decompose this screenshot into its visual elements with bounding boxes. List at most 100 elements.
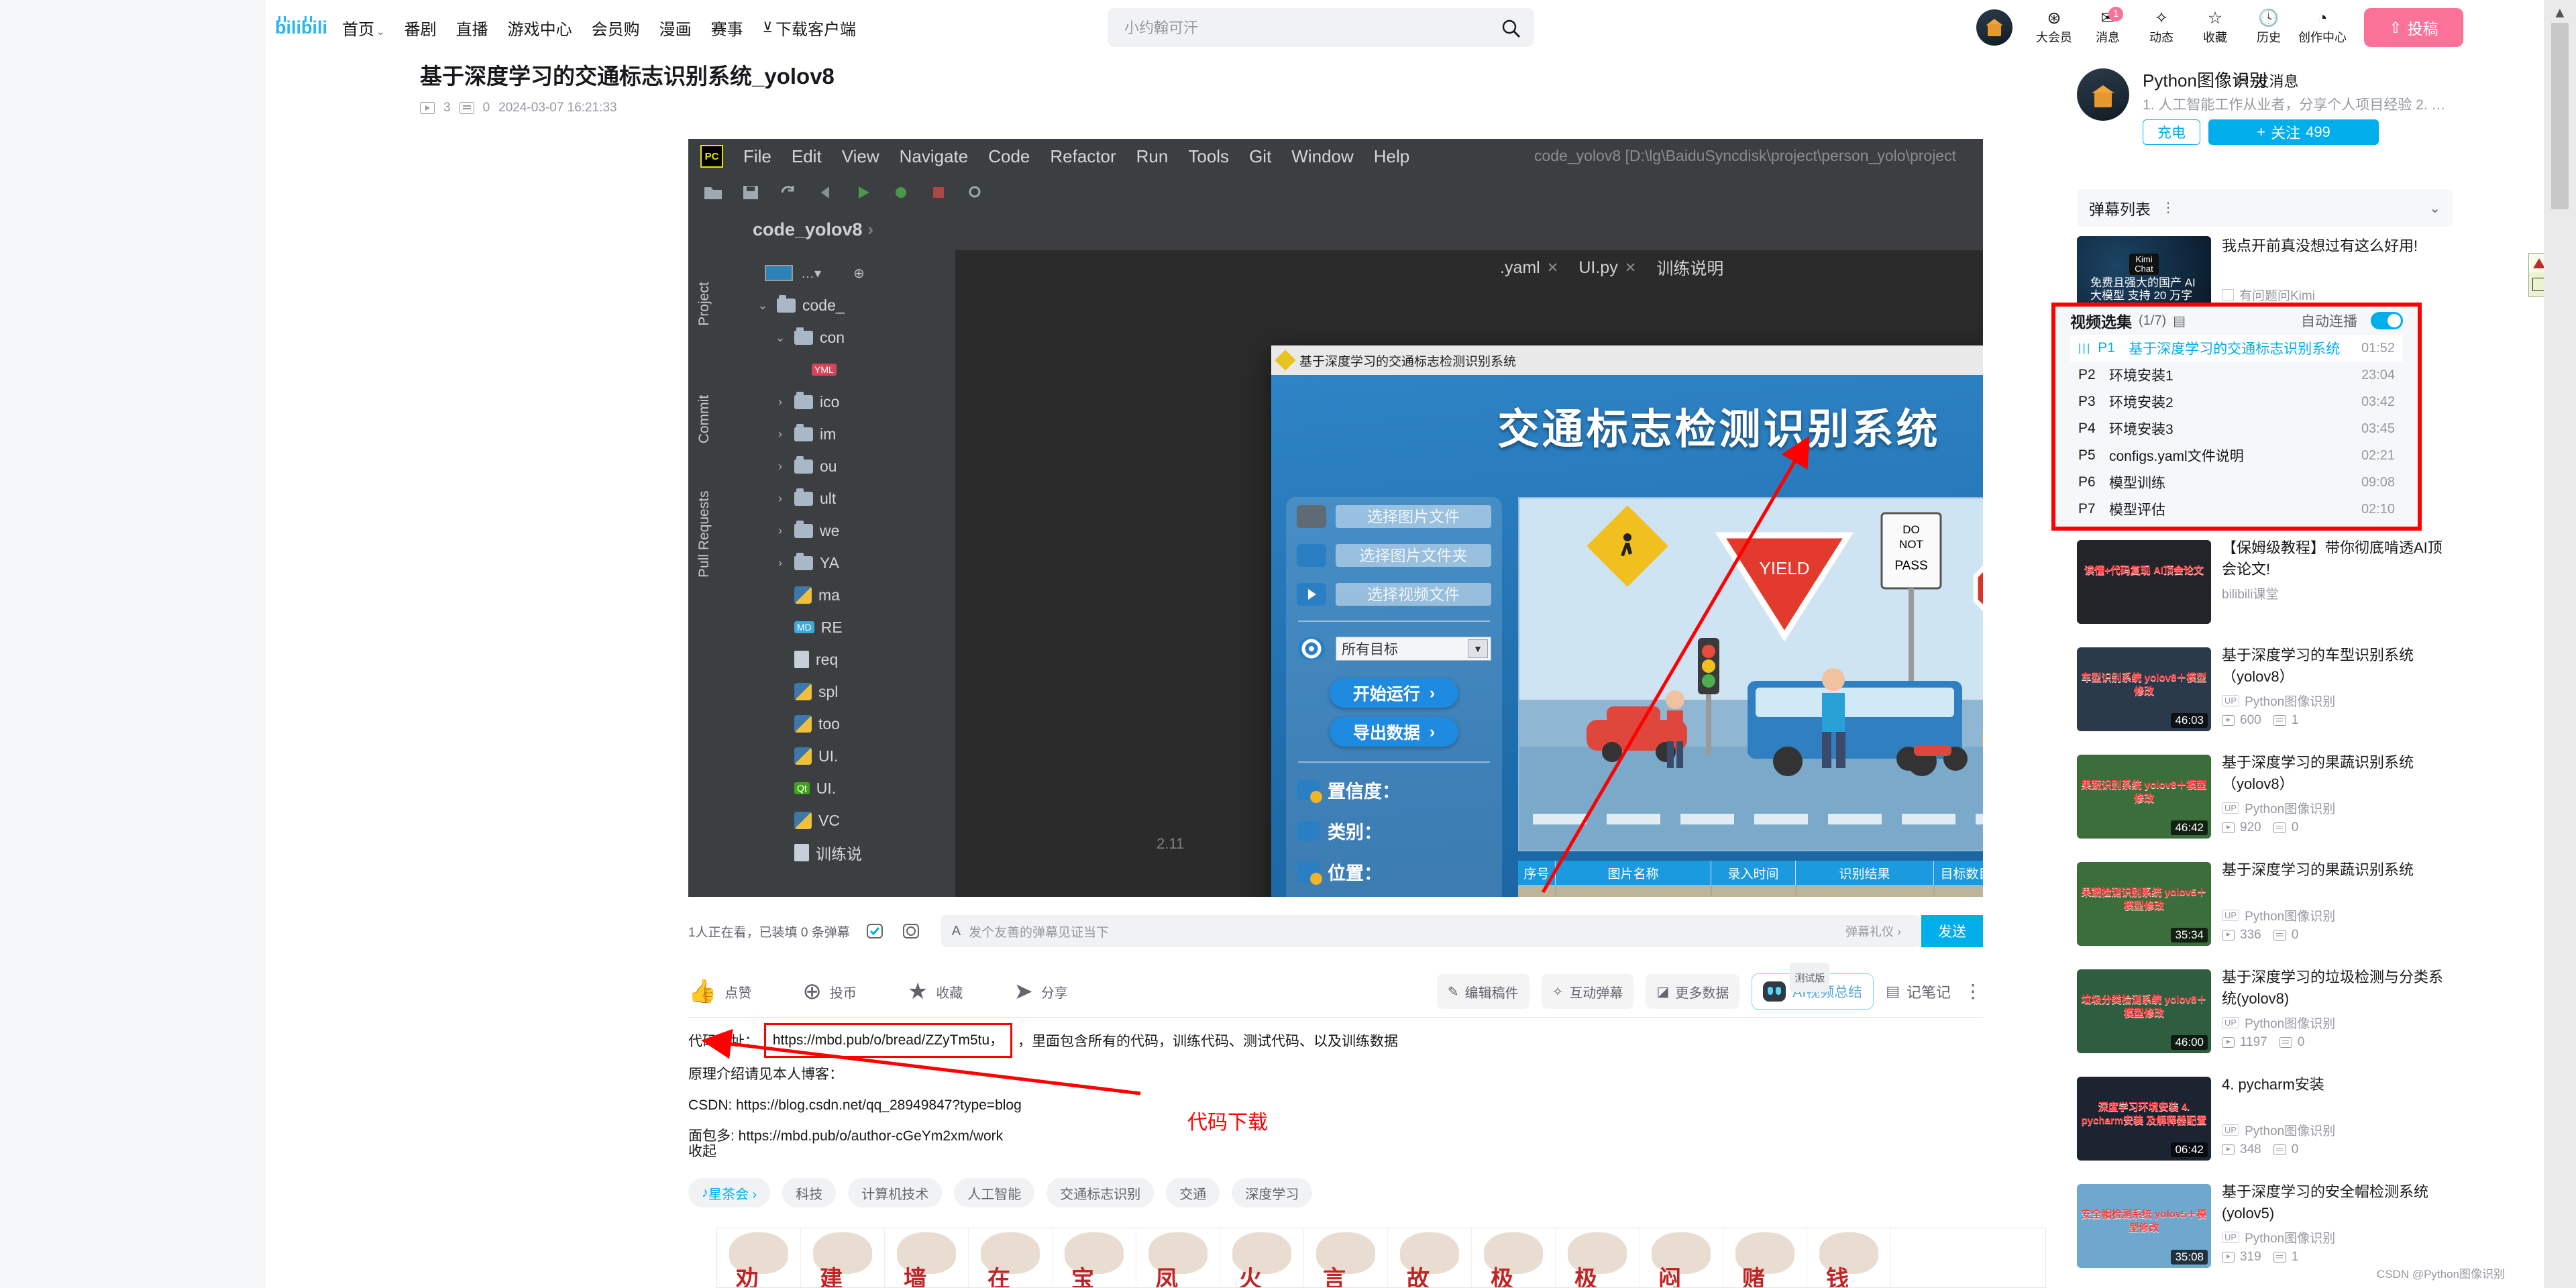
danmaku-list-header[interactable]: 弹幕列表 ⋮ ⌄ (2077, 189, 2453, 227)
bilibili-logo-icon[interactable]: bilibili (275, 13, 329, 40)
ide-menu-tools[interactable]: Tools (1188, 146, 1229, 167)
tree-row[interactable]: › ou (720, 450, 955, 482)
tree-row[interactable]: › ico (720, 386, 955, 418)
ide-menu-git[interactable]: Git (1249, 146, 1271, 167)
tree-row[interactable]: spl (720, 676, 955, 708)
tree-row[interactable]: ⌄ con (720, 321, 955, 354)
tree-twisty[interactable]: ⌄ (773, 331, 788, 345)
ide-menu-navigate[interactable]: Navigate (900, 146, 969, 167)
select-image-folder-row[interactable]: 选择图片文件夹 (1286, 536, 1502, 575)
ide-menu-help[interactable]: Help (1374, 146, 1409, 167)
ide-tab-commit[interactable]: Commit (696, 388, 712, 450)
code-url-highlight[interactable]: https://mbd.pub/o/bread/ZZyTm5tu， (763, 1023, 1013, 1058)
uploader-name[interactable]: bilibili课堂 (2222, 584, 2278, 602)
ide-tab-pull-requests[interactable]: Pull Requests (696, 490, 712, 578)
tree-row[interactable]: › im (720, 418, 955, 450)
close-icon[interactable]: ✕ (1547, 260, 1559, 276)
take-note-button[interactable]: ▤ 记笔记 (1886, 981, 1951, 1002)
video-thumbnail[interactable]: 果蔬识别系统 yolov8＋模型修改 46:42 (2077, 755, 2211, 839)
share-button[interactable]: ➤ 分享 (1014, 978, 1068, 1005)
tree-twisty[interactable]: › (773, 427, 788, 441)
nav-item-esports[interactable]: 赛事 (711, 16, 743, 40)
nav-item-comic[interactable]: 漫画 (659, 16, 692, 40)
tree-twisty[interactable]: › (773, 395, 788, 409)
collect-button[interactable]: ★ 收藏 (908, 978, 963, 1005)
nav-item-game-center[interactable]: 游戏中心 (508, 16, 572, 40)
tree-row[interactable]: MD RE (720, 611, 955, 643)
uploader-name[interactable]: UP Python图像识别 (2222, 1121, 2335, 1139)
nav-item-bangumi[interactable]: 番剧 (405, 16, 437, 40)
emote-item[interactable]: 火 (1220, 1228, 1304, 1287)
collection-item[interactable]: P6 模型训练 09:08 (2070, 469, 2403, 496)
tree-row[interactable]: ma (720, 579, 955, 611)
avatar[interactable] (1976, 9, 2012, 46)
select-image-file-button[interactable]: 选择图片文件 (1336, 505, 1491, 528)
emote-item[interactable]: 宝 (1053, 1228, 1136, 1287)
video-title[interactable]: 基于深度学习的果蔬识别系统（yolov8） (2222, 752, 2453, 795)
emote-item[interactable]: 闷 (1640, 1228, 1723, 1287)
tree-twisty[interactable]: › (773, 524, 788, 538)
ide-tab-project[interactable]: Project (696, 273, 712, 335)
charge-button[interactable]: 充电 (2143, 119, 2200, 145)
header-item-vip[interactable]: ⊛ 大会员 (2027, 9, 2081, 46)
export-data-button[interactable]: 导出数据 › (1330, 717, 1458, 747)
video-thumbnail[interactable]: 深度学习环境安装 4. pycharm安装 及解释器配置 06:42 (2077, 1077, 2211, 1161)
tag-item[interactable]: 交通标志识别 (1046, 1178, 1155, 1208)
tree-row[interactable]: ⌄ code_ (720, 289, 955, 321)
uploader-name[interactable]: UP Python图像识别 (2222, 1228, 2335, 1246)
upload-button[interactable]: ⇧ 投稿 (2364, 8, 2463, 47)
list-item[interactable]: 读懂+代码复现 AI顶会论文 【保姆级教程】带你彻底啃透AI顶会论文! bilibi… (2077, 537, 2453, 638)
tree-twisty[interactable]: › (773, 556, 788, 570)
page-scrollbar[interactable]: ▲ (2544, 0, 2576, 1288)
send-danmaku-button[interactable]: 发送 (1921, 915, 1983, 947)
video-thumbnail[interactable]: 车型识别系统 yolov8＋模型修改 46:03 (2077, 647, 2211, 731)
tag-item[interactable]: 人工智能 (954, 1178, 1035, 1208)
select-video-file-button[interactable]: 选择视频文件 (1336, 583, 1491, 606)
video-thumbnail[interactable]: 果蔬检测识别系统 yolov5＋模型修改 35:34 (2077, 862, 2211, 946)
video-title[interactable]: 【保姆级教程】带你彻底啃透AI顶会论文! (2222, 537, 2453, 580)
select-video-file-row[interactable]: 选择视频文件 (1286, 575, 1502, 614)
tree-row[interactable]: YML (720, 354, 955, 386)
ai-summary-button[interactable]: 测试版 AI视频总结 (1752, 963, 1874, 1010)
emote-item[interactable]: 劝 (717, 1228, 801, 1287)
font-style-icon[interactable]: A (952, 924, 961, 939)
coin-button[interactable]: ⊕ 投币 (802, 978, 857, 1005)
ide-menu-code[interactable]: Code (988, 146, 1030, 167)
uploader-name[interactable]: UP Python图像识别 (2222, 1014, 2335, 1032)
uploader-name[interactable]: UP Python图像识别 (2222, 692, 2335, 710)
collection-item[interactable]: P5 configs.yaml文件说明 02:21 (2070, 442, 2403, 469)
tree-row[interactable]: › ult (720, 482, 955, 515)
like-button[interactable]: 👍 点赞 (688, 978, 751, 1005)
video-title[interactable]: 基于深度学习的垃圾检测与分类系统(yolov8) (2222, 967, 2453, 1010)
tree-row[interactable]: › YA (720, 547, 955, 579)
tree-target-icon[interactable]: ⊕ (853, 265, 865, 282)
search-icon[interactable] (1500, 17, 1521, 39)
emote-item[interactable]: 在 (969, 1228, 1053, 1287)
nav-item-download-client[interactable]: ⊻ 下载客户端 (763, 16, 856, 40)
nav-item-member-shop[interactable]: 会员购 (592, 16, 640, 40)
tag-item[interactable]: 计算机技术 (848, 1178, 943, 1208)
emote-item[interactable]: 言 (1304, 1228, 1388, 1287)
tag-item[interactable]: 科技 (782, 1178, 837, 1208)
edit-draft-button[interactable]: ✎ 编辑稿件 (1436, 974, 1529, 1009)
tag-item[interactable]: 深度学习 (1232, 1178, 1313, 1208)
ide-menu-edit[interactable]: Edit (792, 146, 822, 167)
danmaku-input[interactable]: A 发个友善的弹幕见证当下 弹幕礼仪 › (941, 915, 1921, 947)
video-thumbnail[interactable]: 安全帽检测系统 yolov5＋模型修改 35:08 (2077, 1184, 2211, 1268)
collection-item[interactable]: P7 模型评估 02:10 (2070, 496, 2403, 523)
collection-item[interactable]: P2 环境安装1 23:04 (2070, 362, 2403, 388)
tree-twisty[interactable]: › (773, 492, 788, 506)
editor-tab-yaml[interactable]: .yaml ✕ (1500, 258, 1558, 278)
tree-options-icon[interactable]: …▾ (801, 265, 821, 282)
header-item-dynamic[interactable]: ✧ 动态 (2135, 9, 2188, 46)
tree-row[interactable]: UI. (720, 740, 955, 772)
ide-menu-file[interactable]: File (743, 146, 771, 167)
video-thumbnail[interactable]: 垃圾分类检测系统 yolov8＋模型修改 46:00 (2077, 969, 2211, 1053)
video-title[interactable]: 基于深度学习的安全帽检测系统(yolov5) (2222, 1181, 2453, 1224)
promo-card[interactable]: Kimi Chat 免费且强大的国产 AI 大模型 支持 20 万字输入 我点开… (2077, 236, 2453, 309)
list-item[interactable]: 车型识别系统 yolov8＋模型修改 46:03 基于深度学习的车型识别系统（yol… (2077, 647, 2453, 745)
chevron-down-icon[interactable]: ▼ (1468, 639, 1488, 658)
tag-item[interactable]: ♪ 星茶会 › (688, 1178, 771, 1208)
list-item[interactable]: 果蔬检测识别系统 yolov5＋模型修改 35:34 基于深度学习的果蔬识别系统 UP… (2077, 861, 2453, 960)
video-title[interactable]: 4. pycharm安装 (2222, 1074, 2453, 1095)
